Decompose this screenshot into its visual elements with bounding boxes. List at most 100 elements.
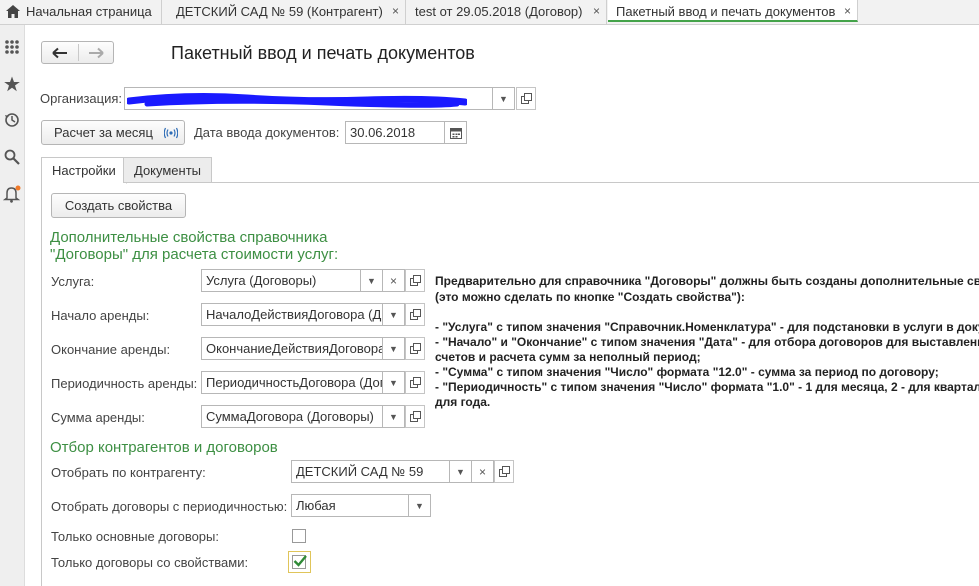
open-form-icon [409,411,421,422]
period-dropdown-button[interactable]: ▼ [409,494,431,517]
rent-sum-open-button[interactable] [405,405,425,428]
with-props-checkbox[interactable] [292,555,307,569]
date-field[interactable]: 30.06.2018 [345,121,445,144]
org-dropdown-button[interactable]: ▼ [493,87,515,110]
rent-start-value: НачалоДействияДоговора (Дог [206,307,383,322]
chevron-down-icon: ▼ [456,466,465,477]
rent-period-label: Периодичность аренды: [51,376,198,391]
description-line: Предварительно для справочника "Договоры… [435,274,979,288]
section-filter-title: Отбор контрагентов и договоров [50,439,278,456]
org-field[interactable] [124,87,493,110]
forward-arrow-icon[interactable] [88,47,104,59]
history-icon[interactable] [0,108,24,132]
home-icon [6,5,20,18]
contractor-open-button[interactable] [494,460,514,483]
chevron-down-icon: ▼ [389,411,398,422]
tab-label: ДЕТСКИЙ САД № 59 (Контрагент) [176,4,383,19]
apps-grid-icon[interactable] [0,35,24,59]
section-title-line2: "Договоры" для расчета стоимости услуг: [50,246,339,263]
tab-label: Начальная страница [26,4,152,19]
chevron-down-icon: ▼ [499,93,508,104]
rent-start-label: Начало аренды: [51,308,150,323]
rent-end-value: ОкончаниеДействияДоговора [206,341,383,356]
with-props-label: Только договоры со свойствами: [51,555,249,570]
notifications-bell-icon[interactable] [0,182,24,206]
broadcast-icon [164,127,178,139]
rent-end-label: Окончание аренды: [51,342,171,357]
rent-sum-field[interactable]: СуммаДоговора (Договоры) [201,405,383,428]
close-icon[interactable]: × [593,0,600,23]
tab-contract[interactable]: test от 29.05.2018 (Договор) × [407,0,607,24]
tab-home[interactable]: Начальная страница [0,0,162,24]
rent-end-field[interactable]: ОкончаниеДействияДоговора [201,337,383,360]
date-value: 30.06.2018 [350,125,416,140]
rent-start-field[interactable]: НачалоДействияДоговора (Дог [201,303,383,326]
open-form-icon [409,343,421,354]
chevron-down-icon: ▼ [389,377,398,388]
rent-end-dropdown-button[interactable]: ▼ [383,337,405,360]
clear-icon: × [389,273,397,288]
description-line: счетов и расчета сумм за неполный период… [435,350,701,364]
rent-sum-value: СуммаДоговора (Договоры) [206,409,374,424]
section-title-line1: Дополнительные свойства справочника [50,229,328,246]
tab-batch-entry[interactable]: Пакетный ввод и печать документов × [608,0,858,22]
service-label: Услуга: [51,274,95,289]
tab-contractor[interactable]: ДЕТСКИЙ САД № 59 (Контрагент) × [163,0,406,24]
tab-settings-label: Настройки [52,163,116,178]
rent-start-open-button[interactable] [405,303,425,326]
search-icon[interactable] [0,145,24,169]
contractor-dropdown-button[interactable]: ▼ [450,460,472,483]
period-filter-label: Отобрать договоры с периодичностью: [51,499,288,514]
rent-period-dropdown-button[interactable]: ▼ [383,371,405,394]
tab-label: Пакетный ввод и печать документов [616,4,836,19]
rent-period-open-button[interactable] [405,371,425,394]
service-field[interactable]: Услуга (Договоры) [201,269,361,292]
service-open-button[interactable] [405,269,425,292]
redaction-scribble [127,93,467,108]
service-dropdown-button[interactable]: ▼ [361,269,383,292]
description-line: (это можно сделать по кнопке "Создать св… [435,290,745,304]
back-arrow-icon[interactable] [52,47,68,59]
main-only-label: Только основные договоры: [51,529,219,544]
contractor-filter-value: ДЕТСКИЙ САД № 59 [296,464,424,479]
org-open-button[interactable] [516,87,536,110]
rent-sum-label: Сумма аренды: [51,410,145,425]
date-label: Дата ввода документов: [194,125,340,140]
chevron-down-icon: ▼ [389,343,398,354]
description-line: - "Начало" и "Окончание" с типом значени… [435,335,979,349]
service-clear-button[interactable]: × [383,269,405,292]
window-tab-bar: Начальная страница ДЕТСКИЙ САД № 59 (Кон… [0,0,979,25]
calendar-button[interactable] [445,121,467,144]
close-icon[interactable]: × [392,0,399,23]
contractor-filter-label: Отобрать по контрагенту: [51,465,206,480]
tab-documents-label: Документы [134,163,202,178]
rent-period-field[interactable]: ПериодичностьДоговора (Дог [201,371,383,394]
chevron-down-icon: ▼ [415,500,424,511]
rent-start-dropdown-button[interactable]: ▼ [383,303,405,326]
tab-documents[interactable]: Документы [123,157,213,183]
calc-month-button[interactable]: Расчет за месяц [41,120,185,145]
description-line: - "Периодичность" с типом значения "Числ… [435,380,979,394]
favorites-star-icon[interactable] [0,72,24,96]
open-form-icon [520,93,532,104]
contractor-filter-field[interactable]: ДЕТСКИЙ САД № 59 [291,460,450,483]
tab-settings[interactable]: Настройки [41,157,127,184]
chevron-down-icon: ▼ [389,309,398,320]
main-only-checkbox[interactable] [292,529,306,543]
rent-sum-dropdown-button[interactable]: ▼ [383,405,405,428]
checkmark-icon [293,555,307,567]
rent-period-value: ПериодичностьДоговора (Дог [206,375,383,390]
rent-end-open-button[interactable] [405,337,425,360]
create-properties-button[interactable]: Создать свойства [51,193,186,218]
description-line: - "Услуга" с типом значения "Справочник.… [435,320,979,334]
nav-buttons-group [41,41,114,64]
period-filter-field[interactable]: Любая [291,494,409,517]
tab-label: test от 29.05.2018 (Договор) [415,4,583,19]
contractor-clear-button[interactable]: × [472,460,494,483]
divider [78,44,79,61]
description-line: для года. [435,395,491,409]
calc-month-label: Расчет за месяц [54,125,153,140]
close-icon[interactable]: × [844,0,851,20]
open-form-icon [409,309,421,320]
page-title: Пакетный ввод и печать документов [171,43,475,63]
